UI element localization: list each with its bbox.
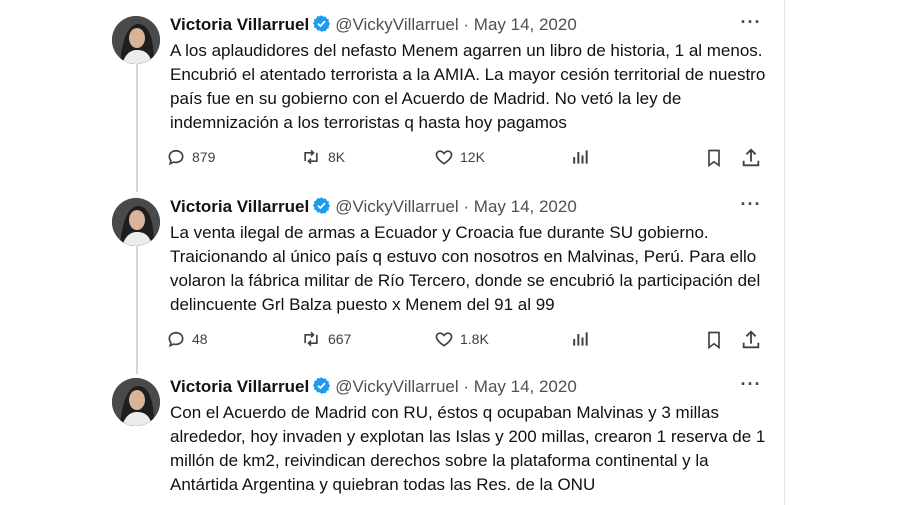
repost-count: 8K: [328, 149, 346, 165]
reply-icon: [168, 149, 184, 166]
analytics-icon: [573, 332, 588, 346]
reply-count: 48: [192, 331, 208, 347]
share-icon: [742, 148, 760, 167]
repost-icon: [304, 149, 318, 165]
avatar[interactable]: [112, 16, 160, 64]
tweet-text: La venta ilegal de armas a Ecuador y Cro…: [170, 223, 761, 314]
tweet-text: Con el Acuerdo de Madrid con RU, éstos q…: [170, 403, 766, 494]
share-button[interactable]: [740, 329, 768, 351]
bookmark-button[interactable]: [704, 329, 730, 351]
more-options-button[interactable]: ···: [736, 194, 766, 220]
repost-button[interactable]: 667: [300, 329, 351, 349]
reply-button[interactable]: 879: [166, 147, 215, 167]
more-options-button[interactable]: ···: [736, 374, 766, 400]
timeline-border: [784, 0, 785, 505]
tweet-text: A los aplaudidores del nefasto Menem aga…: [170, 41, 766, 132]
tweet[interactable]: Victoria Villarruel @VickyVillarruel · Ma…: [108, 12, 776, 176]
more-options-button[interactable]: ···: [736, 12, 766, 38]
author-handle[interactable]: @VickyVillarruel: [335, 377, 458, 396]
analytics-icon: [573, 150, 588, 164]
tweet-header: Victoria Villarruel @VickyVillarruel · Ma…: [170, 196, 577, 221]
separator-dot: ·: [463, 15, 470, 34]
verified-badge-icon: [312, 376, 331, 401]
bookmark-icon: [708, 149, 720, 168]
author-name[interactable]: Victoria Villarruel: [170, 377, 309, 396]
repost-icon: [304, 331, 318, 347]
share-icon: [742, 330, 760, 349]
author-name[interactable]: Victoria Villarruel: [170, 15, 309, 34]
like-count: 1.8K: [460, 331, 489, 347]
tweet-date[interactable]: May 14, 2020: [474, 377, 577, 396]
tweet[interactable]: Victoria Villarruel @VickyVillarruel · Ma…: [108, 374, 773, 503]
tweet[interactable]: Victoria Villarruel @VickyVillarruel · Ma…: [108, 194, 776, 358]
tweet-header: Victoria Villarruel @VickyVillarruel · Ma…: [170, 376, 577, 401]
like-button[interactable]: 1.8K: [434, 329, 489, 349]
tweet-date[interactable]: May 14, 2020: [474, 197, 577, 216]
like-count: 12K: [460, 149, 485, 165]
tweet-actions: 48 667 1.8K: [166, 329, 776, 353]
heart-icon: [435, 150, 453, 165]
author-handle[interactable]: @VickyVillarruel: [335, 197, 458, 216]
views-button[interactable]: [570, 329, 596, 349]
tweet-header: Victoria Villarruel @VickyVillarruel · Ma…: [170, 14, 577, 39]
heart-icon: [435, 332, 453, 347]
reply-count: 879: [192, 149, 216, 165]
tweet-date[interactable]: May 14, 2020: [474, 15, 577, 34]
avatar[interactable]: [112, 198, 160, 246]
repost-count: 667: [328, 331, 352, 347]
like-button[interactable]: 12K: [434, 147, 485, 167]
bookmark-button[interactable]: [704, 147, 730, 169]
tweet-actions: 879 8K 12K: [166, 147, 776, 171]
separator-dot: ·: [463, 377, 470, 396]
separator-dot: ·: [463, 197, 470, 216]
author-name[interactable]: Victoria Villarruel: [170, 197, 309, 216]
verified-badge-icon: [312, 14, 331, 39]
author-handle[interactable]: @VickyVillarruel: [335, 15, 458, 34]
reply-button[interactable]: 48: [166, 329, 208, 349]
verified-badge-icon: [312, 196, 331, 221]
repost-button[interactable]: 8K: [300, 147, 345, 167]
views-button[interactable]: [570, 147, 596, 167]
bookmark-icon: [708, 331, 720, 350]
share-button[interactable]: [740, 147, 768, 169]
reply-icon: [168, 331, 184, 348]
avatar[interactable]: [112, 378, 160, 426]
